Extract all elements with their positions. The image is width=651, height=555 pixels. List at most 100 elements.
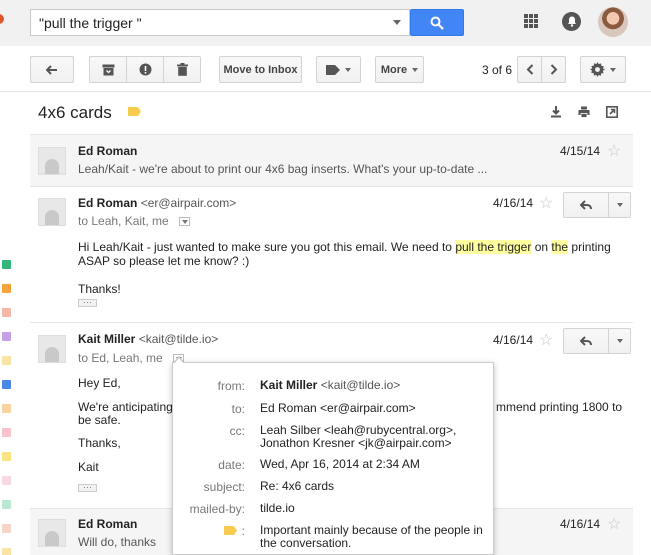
reply-button[interactable] <box>563 192 609 218</box>
report-spam-button[interactable] <box>126 56 164 83</box>
more-button[interactable]: More <box>375 56 424 83</box>
back-button[interactable] <box>30 56 74 83</box>
more-dropdown-icon <box>616 203 623 207</box>
labels-button[interactable] <box>316 56 361 83</box>
body-text: mmend printing 1800 to <box>496 400 623 414</box>
star-icon[interactable]: ☆ <box>607 514 621 534</box>
important-label-icon[interactable] <box>128 107 141 116</box>
reply-arrow-icon <box>580 200 592 210</box>
recipients-text: to Ed, Leah, me <box>78 351 163 365</box>
search-box[interactable] <box>30 9 410 36</box>
from-name: Kait Miller <box>260 378 318 392</box>
popup-arrow-inner <box>174 358 184 364</box>
sender-name: Ed Roman <box>78 144 138 158</box>
label-color-marker[interactable] <box>2 332 11 341</box>
message-date: 4/15/14 <box>560 144 601 158</box>
sender-name: Ed Roman <box>78 517 138 531</box>
details-value: Wed, Apr 16, 2014 at 2:34 AM <box>260 457 420 471</box>
star-icon[interactable]: ☆ <box>539 193 553 213</box>
details-key: date: <box>218 458 245 472</box>
search-options-caret-icon[interactable] <box>393 20 401 25</box>
body-text: Hi Leah/Kait - just wanted to make sure … <box>78 240 456 254</box>
chevron-left-icon <box>526 64 533 75</box>
download-icon[interactable] <box>550 106 562 118</box>
logo-fragment <box>0 14 4 24</box>
body-text: be safe. <box>78 413 121 427</box>
message-date: 4/16/14 <box>493 196 534 210</box>
sender-avatar <box>38 198 66 226</box>
details-value: Re: 4x6 cards <box>260 479 335 493</box>
pagination-count: 3 of 6 <box>482 63 513 77</box>
notifications-bell-icon[interactable] <box>562 12 581 31</box>
body-text: We're anticipating <box>78 400 173 414</box>
details-key: to: <box>231 402 245 416</box>
star-icon[interactable]: ☆ <box>539 330 553 350</box>
sender-name: Ed Roman <er@airpair.com> <box>78 196 236 210</box>
details-key: : <box>241 524 245 538</box>
search-icon <box>430 16 444 30</box>
message-details-popup: from: Kait Miller <kait@tilde.io> to: Ed… <box>172 362 494 555</box>
message-collapsed[interactable]: Ed Roman Leah/Kait - we're about to prin… <box>30 134 633 186</box>
details-key: cc: <box>229 424 245 438</box>
label-color-marker[interactable] <box>2 500 11 509</box>
search-button[interactable] <box>410 9 464 36</box>
star-icon[interactable]: ☆ <box>607 141 621 161</box>
show-details-icon[interactable] <box>178 217 190 227</box>
show-trimmed-content-button[interactable]: ··· <box>78 483 97 492</box>
label-color-marker[interactable] <box>2 404 11 413</box>
account-avatar[interactable] <box>598 7 628 37</box>
apps-grid-icon[interactable] <box>524 14 538 28</box>
newer-button[interactable] <box>517 56 542 83</box>
label-color-marker[interactable] <box>2 476 11 485</box>
label-color-marker[interactable] <box>2 524 11 533</box>
settings-dropdown-icon <box>610 67 616 72</box>
reply-button-group <box>563 328 631 354</box>
signature: Kait <box>78 460 99 474</box>
sender-avatar <box>38 335 66 363</box>
label-color-marker[interactable] <box>2 284 11 293</box>
label-color-marker[interactable] <box>2 308 11 317</box>
more-options-button[interactable] <box>609 192 631 218</box>
trash-icon <box>176 63 188 76</box>
details-value: Kait Miller <kait@tilde.io> <box>260 379 400 392</box>
label-color-marker[interactable] <box>2 428 11 437</box>
more-options-button[interactable] <box>609 328 631 354</box>
details-key: from: <box>217 379 245 393</box>
label-tag-icon <box>326 64 340 75</box>
body-text: printing <box>568 240 611 254</box>
body-text: ASAP so please let me know? :) <box>78 254 250 268</box>
sender-email: <kait@tilde.io> <box>138 332 219 346</box>
thread-action-icons <box>550 106 618 118</box>
search-input[interactable] <box>31 10 371 35</box>
more-dropdown-icon <box>616 339 623 343</box>
print-icon[interactable] <box>578 106 590 118</box>
details-value: Important mainly because of the people i… <box>260 524 483 550</box>
labels-dropdown-icon <box>345 67 351 72</box>
settings-button[interactable] <box>580 56 626 83</box>
importance-reason: the conversation. <box>260 536 352 550</box>
archive-button[interactable] <box>89 56 127 83</box>
show-trimmed-content-button[interactable]: ··· <box>78 298 97 307</box>
label-color-marker[interactable] <box>2 356 11 365</box>
delete-button[interactable] <box>163 56 201 83</box>
move-to-inbox-button[interactable]: Move to Inbox <box>219 56 302 83</box>
move-to-inbox-label: Move to Inbox <box>223 63 298 76</box>
label-color-marker[interactable] <box>2 548 11 555</box>
sender-email: <er@airpair.com> <box>140 196 237 210</box>
label-color-marker[interactable] <box>2 380 11 389</box>
search-highlight: pull the trigger <box>455 240 532 254</box>
cc-line: Leah Silber <leah@rubycentral.org>, <box>260 423 457 437</box>
details-key: mailed-by: <box>189 502 245 516</box>
new-window-icon[interactable] <box>606 106 618 118</box>
body-text: Thanks! <box>78 282 121 296</box>
reply-button[interactable] <box>563 328 609 354</box>
details-value: Ed Roman <er@airpair.com> <box>260 401 416 415</box>
sender-display-name: Kait Miller <box>78 332 136 346</box>
message-date: 4/16/14 <box>560 517 601 531</box>
label-color-marker[interactable] <box>2 452 11 461</box>
label-color-marker[interactable] <box>2 260 11 269</box>
greeting: Hey Ed, <box>78 376 121 390</box>
importance-reason: Important mainly because of the people i… <box>260 523 483 537</box>
older-button[interactable] <box>541 56 566 83</box>
message-snippet: Will do, thanks <box>78 535 157 549</box>
